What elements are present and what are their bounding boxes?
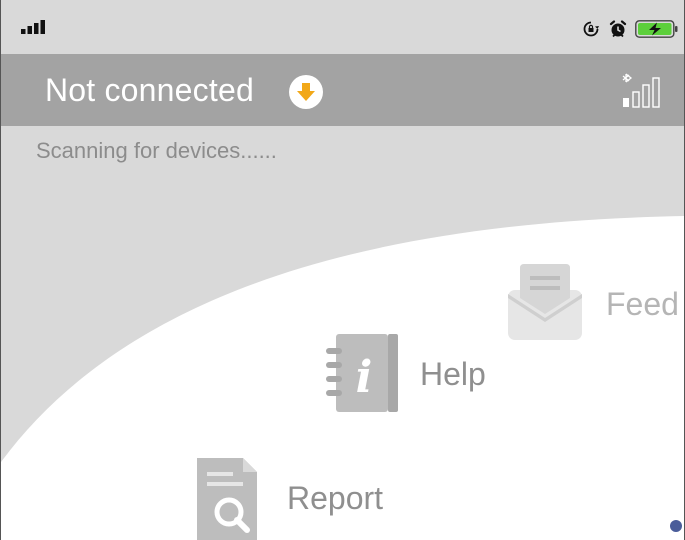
page-indicator-dot[interactable] — [670, 520, 682, 532]
svg-text:i: i — [356, 352, 373, 403]
info-notebook-icon: i — [326, 334, 398, 412]
app-screen: Not connected Scanning for devices......… — [0, 0, 685, 540]
menu-label-help: Help — [420, 356, 486, 392]
report-search-icon — [197, 458, 257, 540]
menu-label-report: Report — [287, 480, 384, 516]
menu-item-help[interactable]: i Help — [324, 332, 504, 416]
scanning-status-text: Scanning for devices...... — [36, 138, 277, 163]
menu-label-feedback: Feed — [606, 286, 679, 322]
menu-item-feedback[interactable]: Feed — [506, 262, 684, 346]
menu-item-report[interactable]: Report — [193, 456, 413, 540]
envelope-icon — [508, 264, 582, 340]
